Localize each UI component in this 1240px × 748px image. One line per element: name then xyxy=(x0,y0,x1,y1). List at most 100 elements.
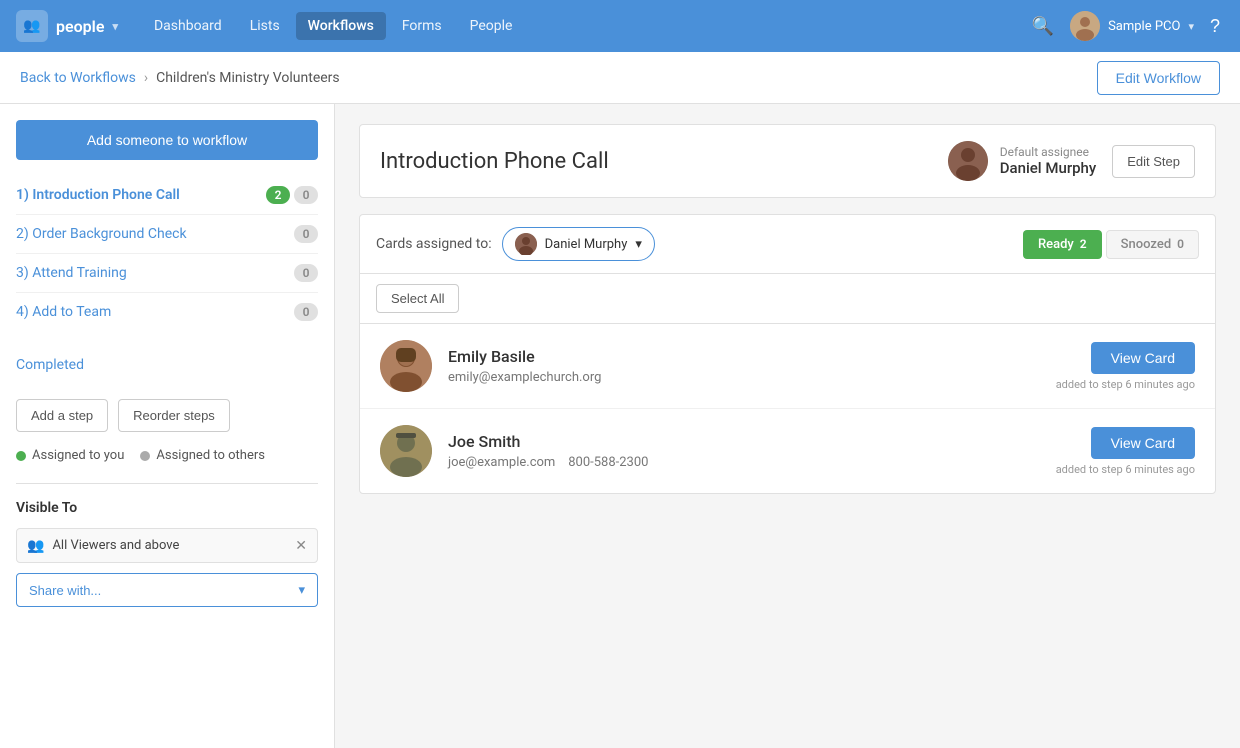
tab-snoozed[interactable]: Snoozed 0 xyxy=(1106,230,1199,259)
user-dropdown-icon: ▾ xyxy=(1188,20,1194,33)
step-title: Introduction Phone Call xyxy=(380,149,609,174)
step-item-2[interactable]: 2) Order Background Check 0 xyxy=(16,215,318,254)
share-with-dropdown[interactable]: Share with... ▾ xyxy=(16,573,318,607)
user-name: Sample PCO xyxy=(1108,19,1180,34)
step-item-1[interactable]: 1) Introduction Phone Call 2 0 xyxy=(16,176,318,215)
nav-lists[interactable]: Lists xyxy=(238,12,292,40)
default-assignee-name: Daniel Murphy xyxy=(1000,159,1097,177)
step-4-badge-gray: 0 xyxy=(294,303,318,321)
step-link-4[interactable]: 4) Add to Team xyxy=(16,304,294,320)
step-item-3[interactable]: 3) Attend Training 0 xyxy=(16,254,318,293)
joe-added-info: added to step 6 minutes ago xyxy=(1056,463,1195,476)
step-2-badge-gray: 0 xyxy=(294,225,318,243)
tab-snoozed-label: Snoozed xyxy=(1121,237,1171,252)
nav-people[interactable]: People xyxy=(458,12,525,40)
legend-assigned-to-you: Assigned to you xyxy=(16,448,124,463)
logo-dropdown-icon[interactable]: ▾ xyxy=(112,20,118,33)
nav-workflows[interactable]: Workflows xyxy=(296,12,386,40)
cards-filter-left: Cards assigned to: Daniel Murphy ▾ xyxy=(376,227,655,261)
step-2-badges: 0 xyxy=(294,225,318,243)
joe-view-card-button[interactable]: View Card xyxy=(1091,427,1195,459)
cards-section: Cards assigned to: Daniel Murphy ▾ xyxy=(359,214,1216,494)
legend-assigned-to-others: Assigned to others xyxy=(140,448,265,463)
workflow-steps-list: 1) Introduction Phone Call 2 0 2) Order … xyxy=(16,176,318,331)
visible-to-remove-button[interactable]: ✕ xyxy=(295,537,307,554)
step-link-2[interactable]: 2) Order Background Check xyxy=(16,226,294,242)
reorder-steps-button[interactable]: Reorder steps xyxy=(118,399,230,432)
legend: Assigned to you Assigned to others xyxy=(16,448,318,463)
assigned-you-label: Assigned to you xyxy=(32,448,124,463)
select-all-button[interactable]: Select All xyxy=(376,284,459,313)
assignee-dropdown[interactable]: Daniel Murphy ▾ xyxy=(502,227,655,261)
emily-card-right: View Card added to step 6 minutes ago xyxy=(1056,342,1195,391)
nav-dashboard[interactable]: Dashboard xyxy=(142,12,234,40)
top-navigation: 👥 people ▾ Dashboard Lists Workflows For… xyxy=(0,0,1240,52)
visible-to-section: Visible To 👥 All Viewers and above ✕ Sha… xyxy=(16,483,318,607)
app-name: people xyxy=(56,17,104,36)
step-3-badges: 0 xyxy=(294,264,318,282)
step-header-right: Default assignee Daniel Murphy Edit Step xyxy=(948,141,1195,181)
joe-email: joe@example.com xyxy=(448,455,555,470)
share-with-placeholder: Share with... xyxy=(29,583,101,598)
user-avatar xyxy=(1070,11,1100,41)
sidebar: Add someone to workflow 1) Introduction … xyxy=(0,104,335,748)
help-icon[interactable]: ? xyxy=(1206,12,1224,41)
main-content: Introduction Phone Call Default assignee… xyxy=(335,104,1240,748)
emily-added-info: added to step 6 minutes ago xyxy=(1056,378,1195,391)
step-item-4[interactable]: 4) Add to Team 0 xyxy=(16,293,318,331)
visible-to-title: Visible To xyxy=(16,500,318,516)
breadcrumb-bar: Back to Workflows › Children's Ministry … xyxy=(0,52,1240,104)
step-1-badge-green: 2 xyxy=(266,186,290,204)
visible-to-item-left: 👥 All Viewers and above xyxy=(27,538,179,554)
assignee-dropdown-icon: ▾ xyxy=(635,237,642,252)
step-link-3[interactable]: 3) Attend Training xyxy=(16,265,294,281)
tab-ready-label: Ready xyxy=(1038,237,1074,252)
assigned-others-label: Assigned to others xyxy=(156,448,265,463)
step-3-badge-gray: 0 xyxy=(294,264,318,282)
search-icon[interactable]: 🔍 xyxy=(1028,12,1058,41)
app-logo[interactable]: 👥 people ▾ xyxy=(16,10,118,42)
add-step-button[interactable]: Add a step xyxy=(16,399,108,432)
default-assignee-label: Default assignee xyxy=(1000,145,1097,159)
emily-view-card-button[interactable]: View Card xyxy=(1091,342,1195,374)
filter-tabs: Ready 2 Snoozed 0 xyxy=(1023,230,1199,259)
visible-to-item-label: All Viewers and above xyxy=(52,538,179,553)
breadcrumb-separator: › xyxy=(144,70,148,86)
assignee-dropdown-name: Daniel Murphy xyxy=(545,237,628,252)
select-all-bar: Select All xyxy=(360,274,1215,324)
joe-details: joe@example.com 800-588-2300 xyxy=(448,455,1056,470)
emily-info: Emily Basile emily@examplechurch.org xyxy=(448,347,1056,385)
breadcrumb-current-page: Children's Ministry Volunteers xyxy=(156,70,340,86)
logo-icon: 👥 xyxy=(16,10,48,42)
tab-snoozed-count: 0 xyxy=(1177,237,1184,251)
cards-filter-bar: Cards assigned to: Daniel Murphy ▾ xyxy=(360,215,1215,274)
step-1-badge-gray: 0 xyxy=(294,186,318,204)
visible-to-item: 👥 All Viewers and above ✕ xyxy=(16,528,318,563)
assigned-you-dot xyxy=(16,451,26,461)
emily-avatar xyxy=(380,340,432,392)
joe-name: Joe Smith xyxy=(448,432,1056,451)
joe-phone: 800-588-2300 xyxy=(568,455,648,470)
step-link-1[interactable]: 1) Introduction Phone Call xyxy=(16,187,266,203)
edit-step-button[interactable]: Edit Step xyxy=(1112,145,1195,178)
user-menu[interactable]: Sample PCO ▾ xyxy=(1070,11,1194,41)
dropdown-avatar xyxy=(515,233,537,255)
assigned-others-dot xyxy=(140,451,150,461)
tab-ready-count: 2 xyxy=(1080,237,1087,251)
completed-link[interactable]: Completed xyxy=(16,347,318,383)
add-someone-button[interactable]: Add someone to workflow xyxy=(16,120,318,160)
default-assignee-section: Default assignee Daniel Murphy xyxy=(948,141,1097,181)
share-dropdown-icon: ▾ xyxy=(298,582,305,598)
cards-assigned-to-label: Cards assigned to: xyxy=(376,236,492,252)
nav-forms[interactable]: Forms xyxy=(390,12,454,40)
back-to-workflows-link[interactable]: Back to Workflows xyxy=(20,70,136,86)
edit-workflow-button[interactable]: Edit Workflow xyxy=(1097,61,1220,95)
step-4-badges: 0 xyxy=(294,303,318,321)
default-assignee-avatar xyxy=(948,141,988,181)
tab-ready[interactable]: Ready 2 xyxy=(1023,230,1102,259)
person-card-emily: Emily Basile emily@examplechurch.org Vie… xyxy=(360,324,1215,409)
step-actions: Add a step Reorder steps xyxy=(16,399,318,432)
nav-links: Dashboard Lists Workflows Forms People xyxy=(142,12,1004,40)
group-icon: 👥 xyxy=(27,538,44,554)
person-card-joe: Joe Smith joe@example.com 800-588-2300 V… xyxy=(360,409,1215,493)
